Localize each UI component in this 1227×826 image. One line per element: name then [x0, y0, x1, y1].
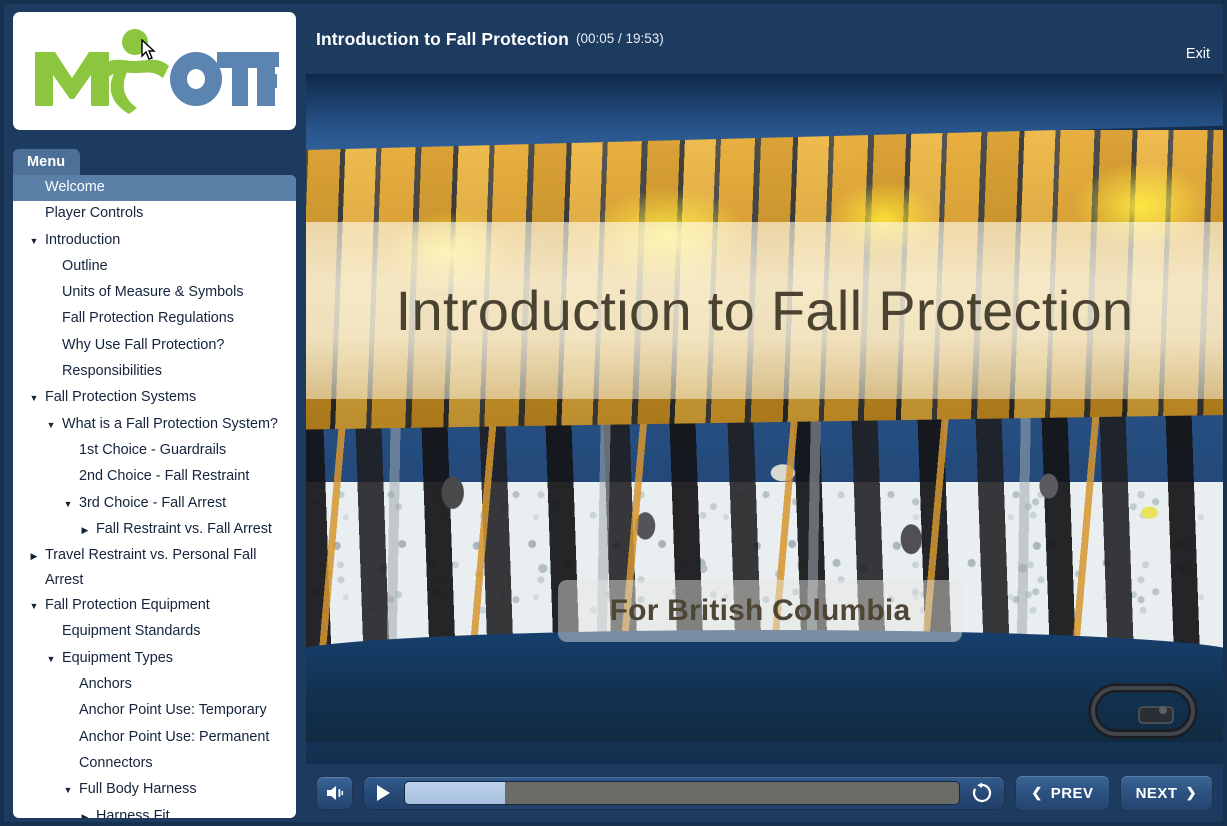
wave-bottom-band — [306, 630, 1223, 742]
seek-bar-fill — [405, 782, 505, 804]
chevron-down-icon[interactable]: ▼ — [27, 385, 41, 412]
play-button[interactable] — [370, 780, 396, 806]
menu-item-welcome[interactable]: Welcome — [13, 175, 296, 202]
menu-item-harness-fit[interactable]: ▶ Harness Fit — [13, 804, 296, 818]
menu-item-anchor-point-use-permanent[interactable]: Anchor Point Use: Permanent — [13, 725, 296, 751]
menu-item-outline[interactable]: Outline — [13, 254, 296, 280]
menu-item-label: Why Use Fall Protection? — [62, 336, 225, 353]
chevron-right-icon[interactable]: ▶ — [78, 804, 92, 818]
menu-item-label: Travel Restraint vs. Personal Fall Arres… — [45, 547, 257, 589]
sidebar: Menu Welcome Player Controls ▼ Introduction… — [4, 4, 306, 822]
volume-button[interactable] — [316, 776, 353, 810]
menu-item-full-body-harness[interactable]: ▼ Full Body Harness — [13, 777, 296, 803]
menu-item-label: Player Controls — [45, 205, 144, 222]
menu-item-player-controls[interactable]: Player Controls — [13, 201, 296, 227]
page-title: Introduction to Fall Protection — [316, 28, 569, 49]
header-bar: Introduction to Fall Protection (00:05 /… — [306, 4, 1223, 74]
slide-stage: Introduction to Fall Protection For Brit… — [306, 74, 1223, 764]
menu-item-equipment-standards[interactable]: Equipment Standards — [13, 619, 296, 645]
menu-item-travel-restraint-vs-personal-fall-arrest[interactable]: ▶ Travel Restraint vs. Personal Fall Arre… — [13, 543, 296, 593]
menu-item-label: Responsibilities — [62, 363, 162, 380]
menu-item-label: 1st Choice - Guardrails — [79, 441, 227, 458]
menu-item-label: Fall Restraint vs. Fall Arrest — [96, 520, 272, 537]
menu-item-anchor-point-use-temporary[interactable]: Anchor Point Use: Temporary — [13, 698, 296, 724]
menu-item-label: Equipment Types — [62, 649, 173, 666]
main-area: Introduction to Fall Protection (00:05 /… — [306, 4, 1223, 822]
chevron-left-icon: ❮ — [1031, 784, 1043, 800]
menu-item-label: Units of Measure & Symbols — [62, 284, 244, 301]
menu-item-label: Introduction — [45, 231, 121, 248]
chevron-down-icon[interactable]: ▼ — [61, 491, 75, 518]
menu-list[interactable]: Welcome Player Controls ▼ Introduction Outli… — [13, 175, 296, 818]
menu-item-label: Connectors — [79, 754, 153, 771]
next-button[interactable]: NEXT ❯ — [1119, 775, 1213, 811]
menu-item-label: Harness Fit — [96, 807, 170, 818]
menu-item-why-use-fall-protection[interactable]: Why Use Fall Protection? — [13, 333, 296, 359]
slide-title-banner: Introduction to Fall Protection — [306, 222, 1223, 399]
chevron-down-icon[interactable]: ▼ — [27, 593, 41, 620]
menu-item-label: Anchors — [79, 676, 132, 693]
prev-button-label: PREV — [1050, 784, 1094, 802]
course-player-window: Menu Welcome Player Controls ▼ Introduction… — [0, 0, 1227, 826]
chevron-down-icon[interactable]: ▼ — [44, 412, 58, 439]
menu-item-equipment-types[interactable]: ▼ Equipment Types — [13, 646, 296, 672]
menu-item-label: Fall Protection Equipment — [45, 597, 210, 614]
slide-subtitle: For British Columbia — [609, 594, 911, 627]
menu-item-what-is-a-fall-protection-system[interactable]: ▼ What is a Fall Protection System? — [13, 412, 296, 438]
menu-item-label: 3rd Choice - Fall Arrest — [79, 494, 227, 511]
carabiner-icon — [1088, 683, 1198, 739]
menu-item-units-of-measure-symbols[interactable]: Units of Measure & Symbols — [13, 280, 296, 306]
slide-title: Introduction to Fall Protection — [395, 279, 1134, 342]
chevron-right-icon[interactable]: ▶ — [27, 543, 41, 570]
menu-item-1st-choice-guardrails[interactable]: 1st Choice - Guardrails — [13, 438, 296, 464]
slide: Introduction to Fall Protection For Brit… — [306, 74, 1223, 764]
prev-button[interactable]: ❮ PREV — [1015, 775, 1110, 811]
exit-button[interactable]: Exit — [1186, 46, 1210, 62]
menu-item-fall-protection-regulations[interactable]: Fall Protection Regulations — [13, 306, 296, 332]
mouse-cursor — [141, 39, 156, 60]
menu-item-fall-protection-equipment[interactable]: ▼ Fall Protection Equipment — [13, 593, 296, 619]
menu-item-responsibilities[interactable]: Responsibilities — [13, 359, 296, 385]
player-controls-bar: ❮ PREV NEXT ❯ — [306, 764, 1223, 822]
playback-time: (00:05 / 19:53) — [575, 30, 664, 46]
menu-item-label: Anchor Point Use: Temporary — [79, 702, 267, 719]
speaker-icon — [326, 786, 343, 800]
menu-panel: Welcome Player Controls ▼ Introduction Outli… — [13, 175, 296, 818]
menu-item-label: 2nd Choice - Fall Restraint — [79, 468, 250, 485]
menu-item-label: Equipment Standards — [62, 623, 201, 640]
seek-bar[interactable] — [404, 781, 961, 805]
chevron-down-icon[interactable]: ▼ — [27, 228, 41, 255]
menu-item-3rd-choice-fall-arrest[interactable]: ▼ 3rd Choice - Fall Arrest — [13, 491, 296, 517]
replay-icon — [973, 782, 992, 803]
menu-item-2nd-choice-fall-restraint[interactable]: 2nd Choice - Fall Restraint — [13, 464, 296, 490]
menu-tab-row: Menu — [13, 149, 297, 175]
slide-subtitle-box: For British Columbia — [558, 580, 962, 642]
menu-item-label: Anchor Point Use: Permanent — [79, 728, 270, 745]
replay-button[interactable] — [968, 779, 996, 807]
menu-item-introduction[interactable]: ▼ Introduction — [13, 228, 296, 254]
chevron-right-icon: ❯ — [1185, 784, 1197, 800]
menu-item-anchors[interactable]: Anchors — [13, 672, 296, 698]
menu-item-fall-protection-systems[interactable]: ▼ Fall Protection Systems — [13, 385, 296, 411]
menu-item-fall-restraint-vs-fall-arrest[interactable]: ▶ Fall Restraint vs. Fall Arrest — [13, 517, 296, 543]
menu-item-label: Outline — [62, 257, 108, 274]
menu-item-connectors[interactable]: Connectors — [13, 751, 296, 777]
chevron-right-icon[interactable]: ▶ — [78, 517, 92, 544]
next-button-label: NEXT — [1135, 784, 1178, 802]
chevron-down-icon[interactable]: ▼ — [61, 777, 75, 804]
transport-controls — [363, 776, 1006, 810]
menu-item-label: Full Body Harness — [79, 781, 197, 798]
menu-item-label: What is a Fall Protection System? — [62, 415, 278, 432]
play-icon — [377, 785, 390, 801]
menu-item-label: Welcome — [45, 179, 105, 195]
logo-card — [13, 12, 296, 130]
tab-menu[interactable]: Menu — [13, 149, 81, 175]
chevron-down-icon[interactable]: ▼ — [44, 646, 58, 673]
menu-item-label: Fall Protection Systems — [45, 389, 197, 406]
menu-item-label: Fall Protection Regulations — [62, 310, 234, 327]
